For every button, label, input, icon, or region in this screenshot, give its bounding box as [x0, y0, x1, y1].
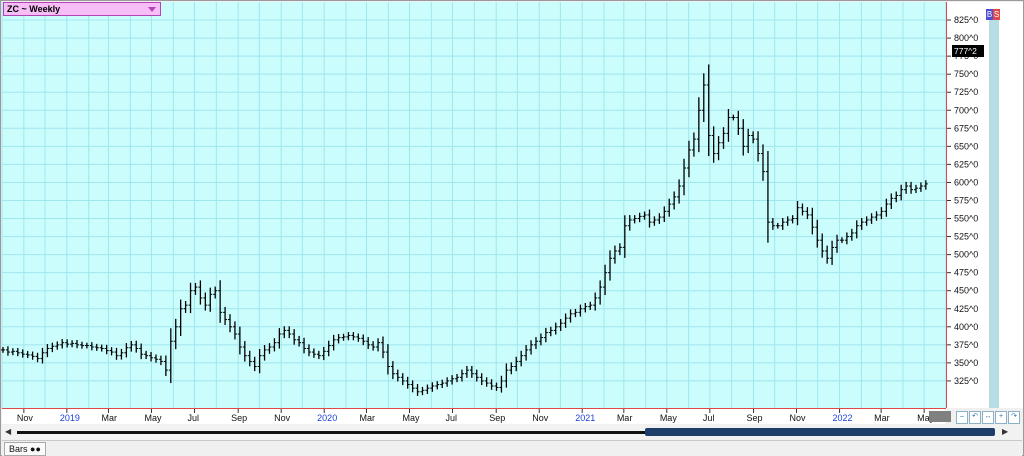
scroll-left-icon[interactable]: ◀: [5, 427, 11, 436]
x-tick-label: May: [660, 413, 678, 423]
x-tick-label: May: [402, 413, 420, 423]
scroll-forward-icon[interactable]: ↷: [1008, 411, 1020, 424]
last-price-tag: 777^2: [952, 45, 984, 57]
x-tick-label: 2021: [575, 413, 595, 423]
x-tick-label: May: [144, 413, 162, 423]
y-tick-label: 525^0: [954, 232, 978, 242]
y-tick-label: 650^0: [954, 141, 978, 151]
x-tick-label: 2020: [317, 413, 337, 423]
y-tick-label: 675^0: [954, 123, 978, 133]
x-tick-label: Mar: [101, 413, 117, 423]
x-tick-label: Sep: [747, 413, 763, 423]
ohlc-bars: [1, 64, 928, 396]
y-tick-label: 700^0: [954, 105, 978, 115]
time-scrollbar[interactable]: ◀ ▶: [2, 425, 1022, 439]
scroll-back-icon[interactable]: ↶: [969, 411, 981, 424]
x-tick-label: Mar: [617, 413, 633, 423]
y-tick-label: 750^0: [954, 69, 978, 79]
dropdown-arrow-icon[interactable]: [148, 7, 156, 12]
x-tick-label: Sep: [231, 413, 247, 423]
x-tick-label: Mar: [874, 413, 890, 423]
status-bar: Bars ●●: [2, 440, 1022, 456]
y-tick-label: 825^0: [954, 15, 978, 25]
y-tick-label: 475^0: [954, 268, 978, 278]
bars-tab[interactable]: Bars ●●: [4, 442, 46, 456]
y-tick-label: 450^0: [954, 286, 978, 296]
x-tick-label: Nov: [532, 413, 549, 423]
bars-tab-label: Bars: [9, 444, 28, 454]
chart-window: 825^0800^0775^0750^0725^0700^0675^0650^0…: [0, 0, 1024, 456]
sell-badge[interactable]: S: [993, 9, 1000, 20]
y-tick-label: 400^0: [954, 322, 978, 332]
x-tick-label: Sep: [489, 413, 505, 423]
x-tick-label: Nov: [17, 413, 34, 423]
price-axis: 825^0800^0775^0750^0725^0700^0675^0650^0…: [946, 2, 978, 408]
zoom-in-icon[interactable]: +: [995, 411, 1007, 424]
time-axis-corner: [929, 411, 951, 422]
zoom-out-icon[interactable]: –: [956, 411, 968, 424]
y-tick-label: 550^0: [954, 214, 978, 224]
y-tick-label: 500^0: [954, 250, 978, 260]
grid-lines: [1, 2, 947, 408]
x-tick-label: Mar: [359, 413, 375, 423]
link-icon: ●●: [30, 444, 41, 454]
x-tick-label: Jul: [703, 413, 715, 423]
symbol-title: ZC ~ Weekly: [7, 4, 61, 14]
scroll-thumb[interactable]: [645, 428, 995, 436]
y-tick-label: 725^0: [954, 87, 978, 97]
symbol-title-dropdown[interactable]: ZC ~ Weekly: [3, 2, 161, 16]
y-tick-label: 600^0: [954, 177, 978, 187]
x-tick-label: Jul: [445, 413, 457, 423]
fit-icon[interactable]: ↔: [982, 411, 994, 424]
y-tick-label: 625^0: [954, 159, 978, 169]
y-tick-label: 375^0: [954, 340, 978, 350]
x-tick-label: Jul: [187, 413, 199, 423]
y-tick-label: 575^0: [954, 195, 978, 205]
y-tick-label: 800^0: [954, 33, 978, 43]
scroll-right-icon[interactable]: ▶: [1002, 427, 1008, 436]
price-chart: 825^0800^0775^0750^0725^0700^0675^0650^0…: [1, 2, 978, 423]
buy-badge[interactable]: B: [986, 9, 993, 20]
y-tick-label: 425^0: [954, 304, 978, 314]
x-tick-label: 2019: [60, 413, 80, 423]
y-tick-label: 325^0: [954, 376, 978, 386]
x-tick-label: Nov: [274, 413, 291, 423]
time-axis: Nov 2019 Mar May Jul Sep Nov 2020 Mar May Jul Sep No…: [2, 408, 946, 423]
x-tick-label: 2022: [833, 413, 853, 423]
y-tick-label: 350^0: [954, 358, 978, 368]
x-tick-label: Nov: [790, 413, 807, 423]
